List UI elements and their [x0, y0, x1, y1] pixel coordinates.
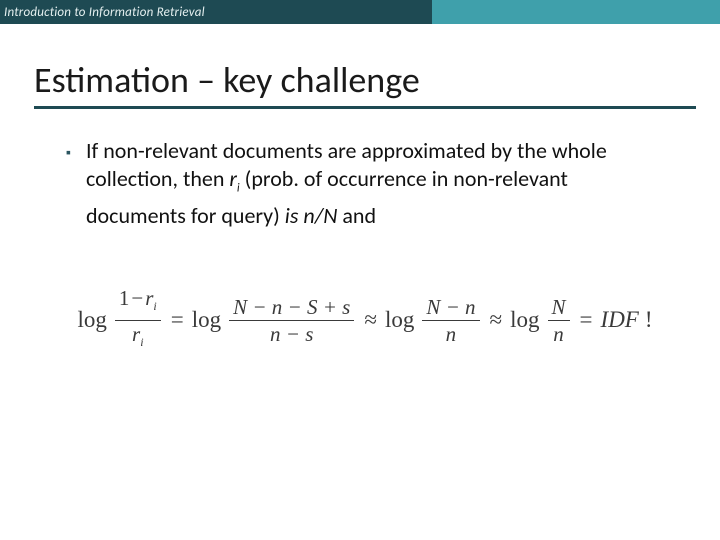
frac-2: N − n − S + s n − s: [229, 295, 354, 346]
frac-4-den: n: [549, 322, 568, 346]
f1-op: −: [129, 286, 145, 310]
bullet-marker: ▪: [66, 137, 86, 167]
slide-title-block: Estimation – key challenge: [34, 58, 696, 109]
bullet-text: If non-relevant documents are approximat…: [86, 137, 664, 230]
idf-bang: !: [645, 307, 653, 333]
header-right-accent: [432, 0, 720, 24]
frac-1: 1−ri ri: [115, 286, 161, 353]
bullet-ratio: n/N: [303, 202, 337, 229]
bullet-var: r: [229, 165, 237, 192]
bullet-item: ▪ If non-relevant documents are approxim…: [66, 137, 664, 230]
formula-block: log 1−ri ri = log N − n − S + s n − s ≈ …: [66, 286, 664, 353]
log-3: log: [385, 307, 414, 333]
equation: log 1−ri ri = log N − n − S + s n − s ≈ …: [77, 286, 652, 353]
approx-2: ≈: [488, 307, 505, 333]
frac-1-den: ri: [128, 322, 148, 354]
slide-body: ▪ If non-relevant documents are approxim…: [66, 137, 664, 354]
f1-den-sub: i: [140, 335, 143, 349]
f1-a: 1: [119, 286, 130, 310]
eq-1: =: [169, 307, 186, 333]
frac-3-num: N − n: [422, 295, 479, 319]
frac-3: N − n n: [422, 295, 479, 346]
frac-1-num: 1−ri: [115, 286, 161, 318]
frac-2-num: N − n − S + s: [229, 295, 354, 319]
log-1: log: [77, 307, 106, 333]
idf-label: IDF: [601, 307, 639, 333]
frac-4: N n: [548, 295, 570, 346]
frac-2-den: n − s: [266, 322, 317, 346]
log-2: log: [192, 307, 221, 333]
eq-2: =: [578, 307, 595, 333]
approx-1: ≈: [362, 307, 379, 333]
f1-den-v: r: [132, 322, 140, 346]
bullet-is: is: [285, 202, 304, 229]
frac-4-num: N: [548, 295, 570, 319]
log-4: log: [510, 307, 539, 333]
course-title: Introduction to Information Retrieval: [4, 5, 205, 20]
slide-title: Estimation – key challenge: [34, 58, 696, 102]
frac-3-den: n: [442, 322, 461, 346]
f1-sub: i: [153, 300, 156, 314]
header-left: Introduction to Information Retrieval: [0, 0, 432, 24]
bullet-post: and: [337, 202, 376, 229]
header-bar: Introduction to Information Retrieval: [0, 0, 720, 24]
